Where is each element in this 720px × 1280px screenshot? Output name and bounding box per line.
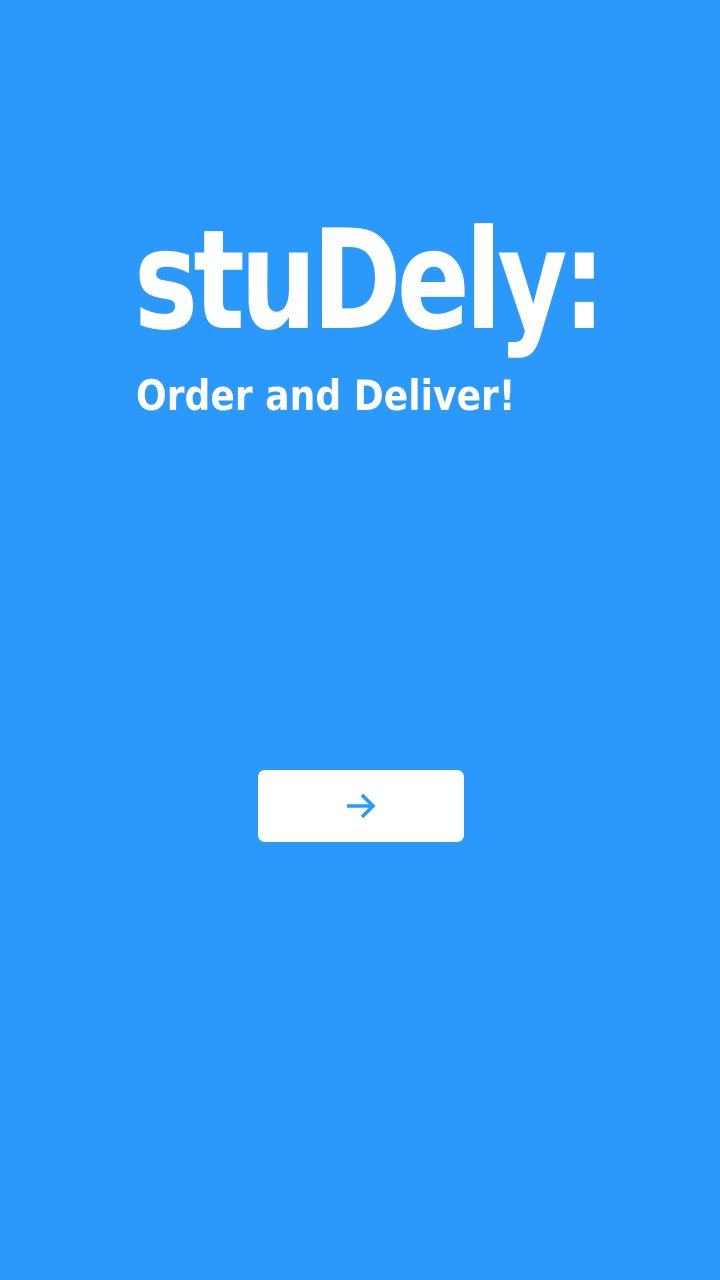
- splash-screen: stuDely: Order and Deliver!: [0, 0, 720, 1280]
- arrow-right-icon: [347, 793, 376, 819]
- tagline: Order and Deliver!: [136, 371, 516, 420]
- app-logo: stuDely:: [134, 196, 606, 366]
- app-name: stuDely:: [134, 200, 606, 361]
- next-button[interactable]: [258, 770, 464, 842]
